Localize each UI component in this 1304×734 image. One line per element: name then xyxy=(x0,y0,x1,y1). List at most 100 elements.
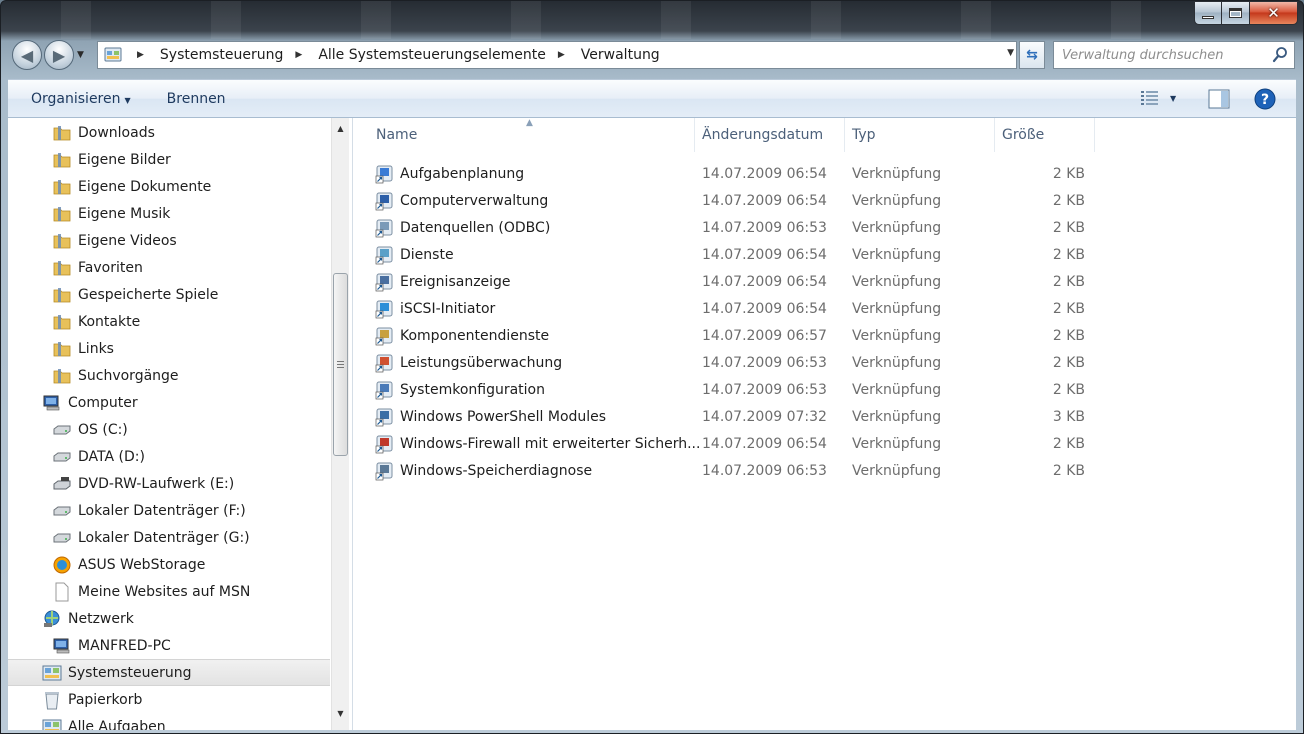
file-row[interactable]: Aufgabenplanung 14.07.2009 06:54 Verknüpfu… xyxy=(375,160,1095,187)
file-name: Windows-Speicherdiagnose xyxy=(400,462,593,479)
refresh-button[interactable]: ⇆ xyxy=(1019,41,1045,69)
recent-pages-dropdown[interactable]: ▼ xyxy=(77,50,84,60)
navpane-item-label: Downloads xyxy=(78,124,155,141)
file-type: Verknüpfung xyxy=(852,381,942,398)
navpane-item[interactable]: Eigene Dokumente xyxy=(52,173,211,200)
file-row[interactable]: Leistungsüberwachung 14.07.2009 06:53 Verk… xyxy=(375,349,1095,376)
column-header-size[interactable]: Größe xyxy=(995,118,1095,152)
navigation-pane-scrollbar[interactable]: ▲ ▼ xyxy=(331,118,349,730)
file-row[interactable]: Datenquellen (ODBC) 14.07.2009 06:53 Verkn… xyxy=(375,214,1095,241)
breadcrumb-separator[interactable]: ▶ xyxy=(558,50,565,60)
file-list: ▲ Name Änderungsdatum Typ Größe Aufgaben… xyxy=(353,118,1296,730)
scroll-thumb[interactable] xyxy=(333,273,348,456)
column-header-label: Änderungsdatum xyxy=(702,127,824,143)
navpane-item[interactable]: Lokaler Datenträger (G:) xyxy=(52,524,250,551)
file-name: iSCSI-Initiator xyxy=(400,300,496,317)
search-box xyxy=(1053,41,1295,69)
navpane-item[interactable]: Suchvorgänge xyxy=(52,362,179,389)
column-header-type[interactable]: Typ xyxy=(845,118,995,152)
search-input[interactable] xyxy=(1062,47,1272,63)
navpane-item[interactable]: OS (C:) xyxy=(52,416,128,443)
column-header-date[interactable]: Änderungsdatum xyxy=(695,118,845,152)
minimize-button[interactable] xyxy=(1194,1,1222,25)
navpane-item-label: Lokaler Datenträger (F:) xyxy=(78,502,246,519)
navpane-item-label: Gespeicherte Spiele xyxy=(78,286,219,303)
navpane-item-label: Alle Aufgaben xyxy=(68,718,166,731)
search-icon[interactable] xyxy=(1272,46,1288,68)
shortcut-icon xyxy=(375,353,395,373)
dvd-drive-icon xyxy=(52,475,72,493)
navpane-item[interactable]: Netzwerk xyxy=(42,605,134,632)
file-row[interactable]: Computerverwaltung 14.07.2009 06:54 Verknü… xyxy=(375,187,1095,214)
breadcrumb-verwaltung[interactable]: Verwaltung xyxy=(581,47,660,63)
file-name: Windows PowerShell Modules xyxy=(400,408,607,425)
breadcrumb-separator[interactable]: ▶ xyxy=(137,50,144,60)
burn-button[interactable]: Brennen xyxy=(167,91,226,107)
shortcut-icon xyxy=(375,218,395,238)
navpane-item[interactable]: Lokaler Datenträger (F:) xyxy=(52,497,246,524)
drive-icon xyxy=(52,502,72,520)
breadcrumb-separator[interactable]: ▶ xyxy=(295,50,302,60)
file-row[interactable]: Windows-Firewall mit erweiterter Sicherh… xyxy=(375,430,1095,457)
column-header-label: Typ xyxy=(852,127,876,143)
navpane-item[interactable]: DVD-RW-Laufwerk (E:) xyxy=(52,470,234,497)
column-header-name[interactable]: Name xyxy=(368,118,695,152)
navpane-item-label: ASUS WebStorage xyxy=(78,556,206,573)
navigation-pane: Downloads Eigene Bilder Eigene Dokumente Ei… xyxy=(8,118,353,730)
navpane-item[interactable]: Meine Websites auf MSN xyxy=(52,578,250,605)
forward-arrow-icon: ▶ xyxy=(52,45,66,65)
forward-button[interactable]: ▶ xyxy=(44,40,74,70)
address-bar[interactable]: ▶ Systemsteuerung ▶ Alle Systemsteuerung… xyxy=(97,41,1017,69)
navpane-item-label: Meine Websites auf MSN xyxy=(78,583,251,600)
file-row[interactable]: Windows PowerShell Modules 14.07.2009 07:… xyxy=(375,403,1095,430)
navpane-item[interactable]: Eigene Bilder xyxy=(52,146,171,173)
navigation-buttons: ◀ ▶ ▼ xyxy=(12,40,84,70)
navpane-item[interactable]: DATA (D:) xyxy=(52,443,145,470)
breadcrumb-alle-elemente[interactable]: Alle Systemsteuerungselemente xyxy=(318,47,546,63)
breadcrumb-systemsteuerung[interactable]: Systemsteuerung xyxy=(160,47,283,63)
file-row[interactable]: Dienste 14.07.2009 06:54 Verknüpfung 2 KB xyxy=(375,241,1095,268)
navpane-item-label: Eigene Bilder xyxy=(78,151,171,168)
file-type: Verknüpfung xyxy=(852,192,942,209)
file-row[interactable]: Ereignisanzeige 14.07.2009 06:54 Verknüpfu… xyxy=(375,268,1095,295)
navpane-item[interactable]: Papierkorb xyxy=(42,686,142,713)
column-header-label: Größe xyxy=(1002,127,1045,143)
close-button[interactable]: ✕ xyxy=(1250,1,1298,25)
scroll-up-button[interactable]: ▲ xyxy=(332,120,349,137)
file-type: Verknüpfung xyxy=(852,246,942,263)
file-row[interactable]: Komponentendienste 14.07.2009 06:57 Verknü… xyxy=(375,322,1095,349)
file-name: Datenquellen (ODBC) xyxy=(400,219,551,236)
help-button[interactable]: ? xyxy=(1254,88,1276,114)
file-row[interactable]: Windows-Speicherdiagnose 14.07.2009 06:53… xyxy=(375,457,1095,484)
column-header-label: Name xyxy=(376,127,418,143)
preview-pane-icon xyxy=(1208,89,1230,109)
navpane-item-label: DATA (D:) xyxy=(78,448,145,465)
navpane-item[interactable]: Eigene Videos xyxy=(52,227,177,254)
address-dropdown[interactable]: ▼ xyxy=(1007,48,1014,58)
file-size: 3 KB xyxy=(1052,408,1085,425)
navpane-item[interactable]: Favoriten xyxy=(52,254,143,281)
file-type: Verknüpfung xyxy=(852,273,942,290)
navpane-item[interactable]: Systemsteuerung xyxy=(8,659,330,686)
navpane-item[interactable]: Gespeicherte Spiele xyxy=(52,281,218,308)
file-row[interactable]: Systemkonfiguration 14.07.2009 06:53 Verkn… xyxy=(375,376,1095,403)
navpane-item[interactable]: MANFRED-PC xyxy=(52,632,171,659)
back-button[interactable]: ◀ xyxy=(12,40,42,70)
navpane-item[interactable]: Eigene Musik xyxy=(52,200,170,227)
file-type: Verknüpfung xyxy=(852,300,942,317)
organize-menu[interactable]: Organisieren ▼ xyxy=(31,91,131,107)
folder-icon xyxy=(52,124,72,142)
preview-pane-button[interactable] xyxy=(1208,89,1230,113)
maximize-button[interactable] xyxy=(1222,1,1250,25)
navpane-item[interactable]: Computer xyxy=(42,389,138,416)
file-size: 2 KB xyxy=(1052,219,1085,236)
file-row[interactable]: iSCSI-Initiator 14.07.2009 06:54 Verknüpfu… xyxy=(375,295,1095,322)
change-view-button[interactable]: ▼ xyxy=(1140,90,1176,106)
navpane-item[interactable]: Links xyxy=(52,335,114,362)
navpane-item[interactable]: Downloads xyxy=(52,119,155,146)
scroll-down-button[interactable]: ▼ xyxy=(332,705,349,722)
navpane-item[interactable]: Alle Aufgaben xyxy=(42,713,166,730)
navpane-item[interactable]: ASUS WebStorage xyxy=(52,551,205,578)
refresh-icon: ⇆ xyxy=(1026,47,1038,63)
navpane-item[interactable]: Kontakte xyxy=(52,308,140,335)
